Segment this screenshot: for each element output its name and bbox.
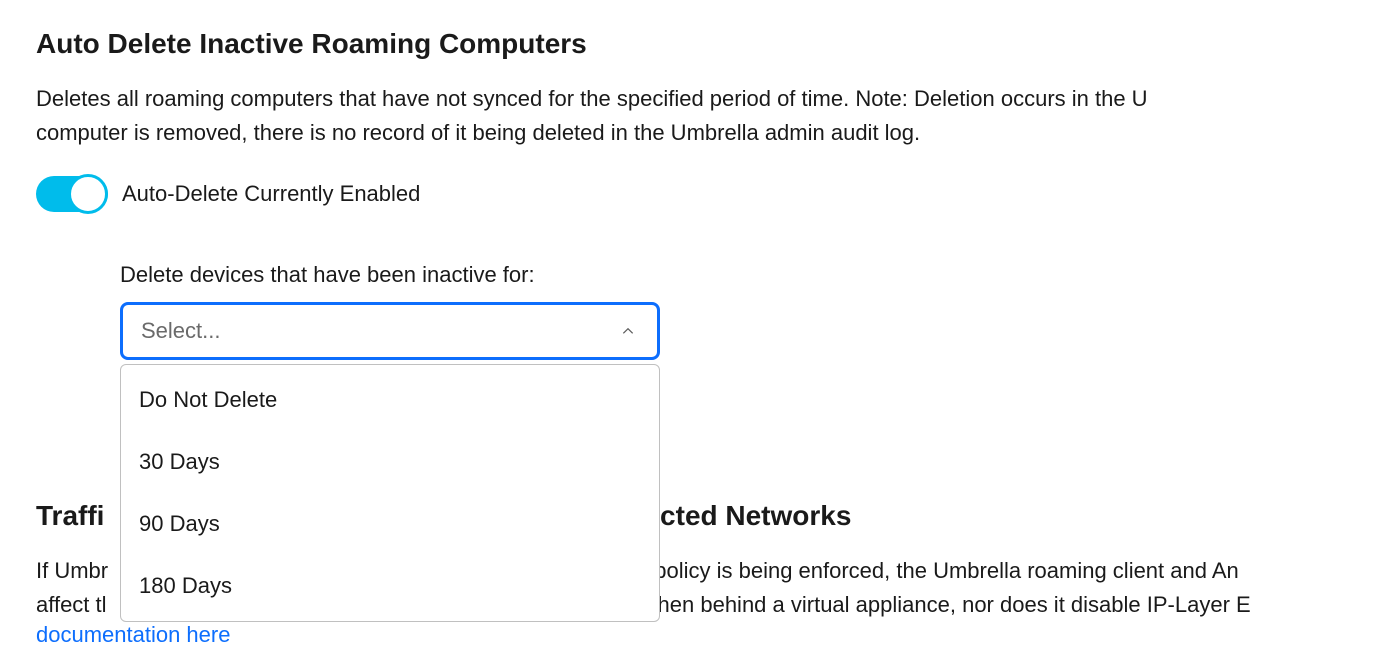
desc1-right: policy is being enforced, the Umbrella r… bbox=[648, 558, 1239, 583]
select-placeholder: Select... bbox=[141, 318, 220, 344]
section-title: Auto Delete Inactive Roaming Computers bbox=[36, 28, 1340, 60]
option-do-not-delete[interactable]: Do Not Delete bbox=[121, 369, 659, 431]
dropdown-menu: Do Not Delete 30 Days 90 Days 180 Days bbox=[120, 364, 660, 622]
toggle-knob bbox=[68, 174, 108, 214]
documentation-link[interactable]: documentation here bbox=[36, 622, 230, 647]
title-left: Traffi bbox=[36, 500, 104, 531]
option-30-days[interactable]: 30 Days bbox=[121, 431, 659, 493]
section-description: Deletes all roaming computers that have … bbox=[36, 82, 1340, 150]
desc2-right: vhen behind a virtual appliance, nor doe… bbox=[647, 592, 1251, 617]
description-line1: Deletes all roaming computers that have … bbox=[36, 86, 1148, 111]
option-180-days[interactable]: 180 Days bbox=[121, 555, 659, 617]
auto-delete-section: Auto Delete Inactive Roaming Computers D… bbox=[36, 28, 1340, 360]
desc2-left: affect tl bbox=[36, 592, 107, 617]
toggle-label: Auto-Delete Currently Enabled bbox=[122, 181, 420, 207]
auto-delete-toggle[interactable] bbox=[36, 176, 108, 212]
description-line2: computer is removed, there is no record … bbox=[36, 120, 920, 145]
title-right: ected Networks bbox=[644, 500, 851, 531]
option-90-days[interactable]: 90 Days bbox=[121, 493, 659, 555]
toggle-row: Auto-Delete Currently Enabled bbox=[36, 176, 1340, 212]
inactive-duration-select[interactable]: Select... bbox=[120, 302, 660, 360]
select-group: Delete devices that have been inactive f… bbox=[120, 262, 1340, 360]
chevron-up-icon bbox=[617, 320, 639, 342]
desc1-left: If Umbr bbox=[36, 558, 108, 583]
select-label: Delete devices that have been inactive f… bbox=[120, 262, 1340, 288]
